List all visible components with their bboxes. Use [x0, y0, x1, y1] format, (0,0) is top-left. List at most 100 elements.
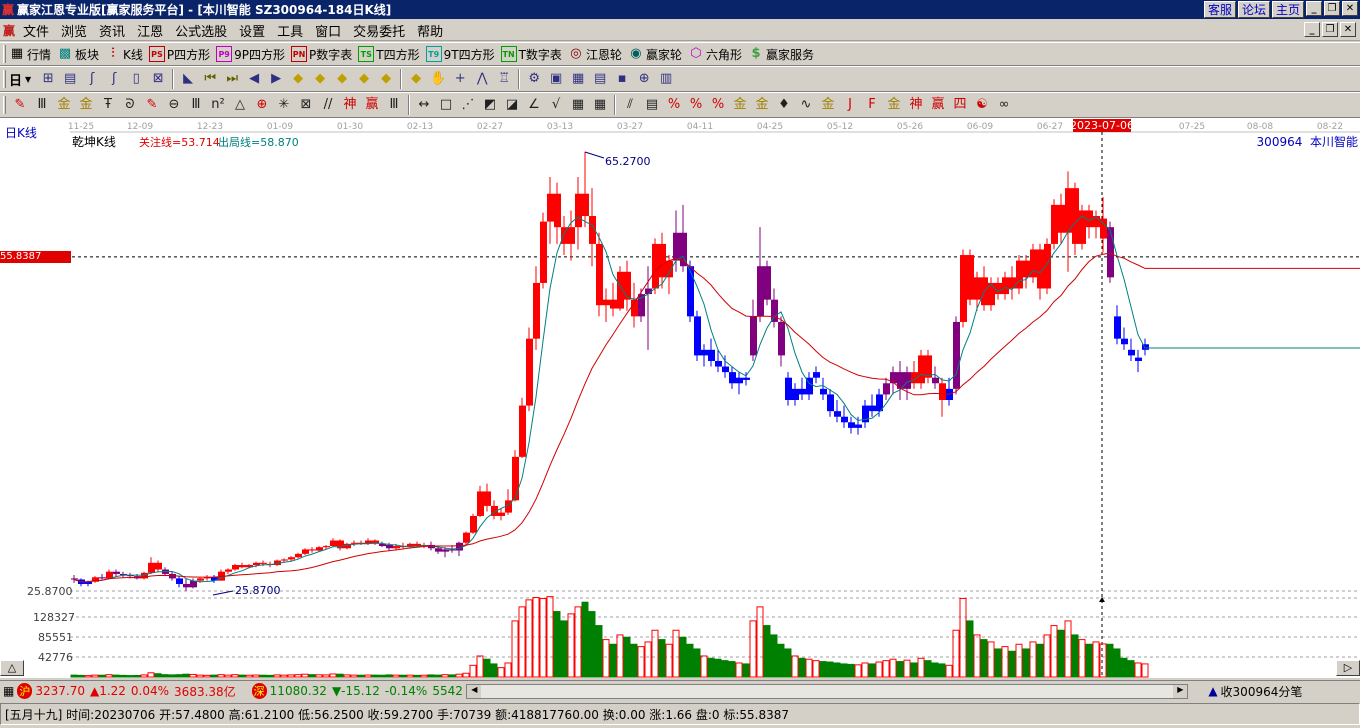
- toolbar-blocks-button[interactable]: ▩ 板块: [57, 46, 99, 63]
- menu-item[interactable]: 浏览: [55, 21, 93, 40]
- angle-icon[interactable]: ∠: [524, 95, 544, 115]
- quote-table-icon[interactable]: ▦: [3, 684, 14, 698]
- forum-link[interactable]: 论坛: [1237, 1, 1270, 18]
- grid2-icon[interactable]: ▦: [590, 95, 610, 115]
- first-icon[interactable]: ⏮: [200, 69, 220, 89]
- expand-button[interactable]: ▷: [1336, 660, 1360, 676]
- menu-item[interactable]: 交易委托: [347, 21, 411, 40]
- right-icon[interactable]: ▶: [266, 69, 286, 89]
- toolbar-hexagon-button[interactable]: ⬡ 六角形: [688, 46, 742, 63]
- diamond-x-icon[interactable]: ◆: [354, 69, 374, 89]
- comb-icon[interactable]: Ⅲ: [384, 95, 404, 115]
- pct-icon[interactable]: %: [686, 95, 706, 115]
- calendar-icon[interactable]: ▣: [546, 69, 566, 89]
- kline-chart[interactable]: 11-25 12-09 12-23 01-09 01-30 02-13 02-27 03-13…: [0, 118, 1360, 678]
- restore-button[interactable]: ❐: [1324, 1, 1340, 16]
- fib-icon[interactable]: Ŧ: [98, 95, 118, 115]
- pen2-icon[interactable]: ✎: [142, 95, 162, 115]
- scroll-right-button[interactable]: ▶: [1173, 684, 1188, 698]
- service-link[interactable]: 客服: [1203, 1, 1236, 18]
- gold-lines-icon[interactable]: 金: [752, 95, 772, 115]
- last-icon[interactable]: ⏭: [222, 69, 242, 89]
- ying2-icon[interactable]: 赢: [928, 95, 948, 115]
- range-icon[interactable]: ↔: [414, 95, 434, 115]
- ww-icon[interactable]: ∿: [796, 95, 816, 115]
- shen2-icon[interactable]: 神: [906, 95, 926, 115]
- toolbar-kline-button[interactable]: ⫶ K线: [105, 46, 143, 63]
- circle-icon[interactable]: ⊖: [164, 95, 184, 115]
- gold1-icon[interactable]: 金: [54, 95, 74, 115]
- menu-item[interactable]: 江恩: [131, 21, 169, 40]
- lines-icon[interactable]: Ⅲ: [32, 95, 52, 115]
- triangle-icon[interactable]: △: [230, 95, 250, 115]
- shift-icon[interactable]: ⊠: [148, 69, 168, 89]
- close-button[interactable]: ✕: [1342, 1, 1358, 16]
- calculator-icon[interactable]: ▦: [568, 69, 588, 89]
- box-icon[interactable]: □: [436, 95, 456, 115]
- fan-icon[interactable]: ⋰: [458, 95, 478, 115]
- toolbar-grip[interactable]: [3, 70, 6, 88]
- scroll-left-button[interactable]: ◀: [467, 684, 482, 698]
- menu-item[interactable]: 工具: [271, 21, 309, 40]
- gold3-icon[interactable]: 金: [818, 95, 838, 115]
- menu-item[interactable]: 文件: [17, 21, 55, 40]
- yinyang-icon[interactable]: ☯: [972, 95, 992, 115]
- left-icon[interactable]: ◀: [244, 69, 264, 89]
- menu-item[interactable]: 设置: [233, 21, 271, 40]
- diamond-both-icon[interactable]: ◆: [332, 69, 352, 89]
- minimize-button[interactable]: _: [1306, 1, 1322, 16]
- diamond-left-icon[interactable]: ◆: [288, 69, 308, 89]
- ying-icon[interactable]: 赢: [362, 95, 382, 115]
- toolbar-ps-button[interactable]: PS P四方形: [148, 46, 210, 63]
- pen-icon[interactable]: ✎: [10, 95, 30, 115]
- fan3-icon[interactable]: ◪: [502, 95, 522, 115]
- report-icon[interactable]: ▤: [590, 69, 610, 89]
- pct-slash-icon[interactable]: %: [664, 95, 684, 115]
- star-icon[interactable]: ✳: [274, 95, 294, 115]
- shen-icon[interactable]: 神: [340, 95, 360, 115]
- toolbar-p9-button[interactable]: P9 9P四方形: [216, 46, 285, 63]
- target-icon[interactable]: ⊕: [252, 95, 272, 115]
- zigzag-icon[interactable]: ⋀: [472, 69, 492, 89]
- menu-item[interactable]: 窗口: [309, 21, 347, 40]
- toolbar-grip[interactable]: [3, 45, 6, 63]
- gold4-icon[interactable]: 金: [884, 95, 904, 115]
- v-icon[interactable]: √: [546, 95, 566, 115]
- flag-icon[interactable]: ◣: [178, 69, 198, 89]
- network2-icon[interactable]: ⊕: [634, 69, 654, 89]
- notes-icon[interactable]: ▤: [60, 69, 80, 89]
- j-icon[interactable]: J: [840, 95, 860, 115]
- tick-link[interactable]: 收300964分笔: [1221, 683, 1303, 700]
- parallel-icon[interactable]: ⫽: [620, 95, 640, 115]
- gold-circle-icon[interactable]: 金: [730, 95, 750, 115]
- toolbar-ts-button[interactable]: TS T四方形: [358, 46, 420, 63]
- menu-item[interactable]: 帮助: [411, 21, 449, 40]
- chart-canvas[interactable]: 11-25 12-09 12-23 01-09 01-30 02-13 02-27 03-13…: [0, 118, 1360, 678]
- computer-icon[interactable]: ▥: [656, 69, 676, 89]
- toolbar-pn-button[interactable]: PN P数字表: [291, 46, 352, 63]
- child-close-button[interactable]: ✕: [1340, 22, 1356, 37]
- child-minimize-button[interactable]: _: [1304, 22, 1320, 37]
- pattern-icon[interactable]: ⚙: [524, 69, 544, 89]
- toolbar-tn-button[interactable]: TN T数字表: [500, 46, 562, 63]
- table-icon[interactable]: ▤: [642, 95, 662, 115]
- toolbar-winner-wheel-button[interactable]: ◉ 赢家轮: [628, 46, 682, 63]
- infinity-icon[interactable]: ∞: [994, 95, 1014, 115]
- collapse-button[interactable]: △: [0, 660, 24, 676]
- wave9-icon[interactable]: ʃ: [104, 69, 124, 89]
- menu-item[interactable]: 公式选股: [169, 21, 233, 40]
- lines2-icon[interactable]: Ⅲ: [186, 95, 206, 115]
- square-icon[interactable]: ⊠: [296, 95, 316, 115]
- diamond-star-icon[interactable]: ◆: [376, 69, 396, 89]
- home-link[interactable]: 主页: [1271, 1, 1304, 18]
- menu-item[interactable]: 资讯: [93, 21, 131, 40]
- tag-icon[interactable]: ♖: [494, 69, 514, 89]
- slash-icon[interactable]: //: [318, 95, 338, 115]
- hand-icon[interactable]: ✋: [428, 69, 448, 89]
- si-icon[interactable]: 四: [950, 95, 970, 115]
- fan2-icon[interactable]: ◩: [480, 95, 500, 115]
- toolbar-grip[interactable]: [3, 96, 6, 114]
- candle-type-icon[interactable]: ▯: [126, 69, 146, 89]
- pct-lines-icon[interactable]: %: [708, 95, 728, 115]
- toolbar-dollar-button[interactable]: $ 赢家服务: [748, 46, 814, 63]
